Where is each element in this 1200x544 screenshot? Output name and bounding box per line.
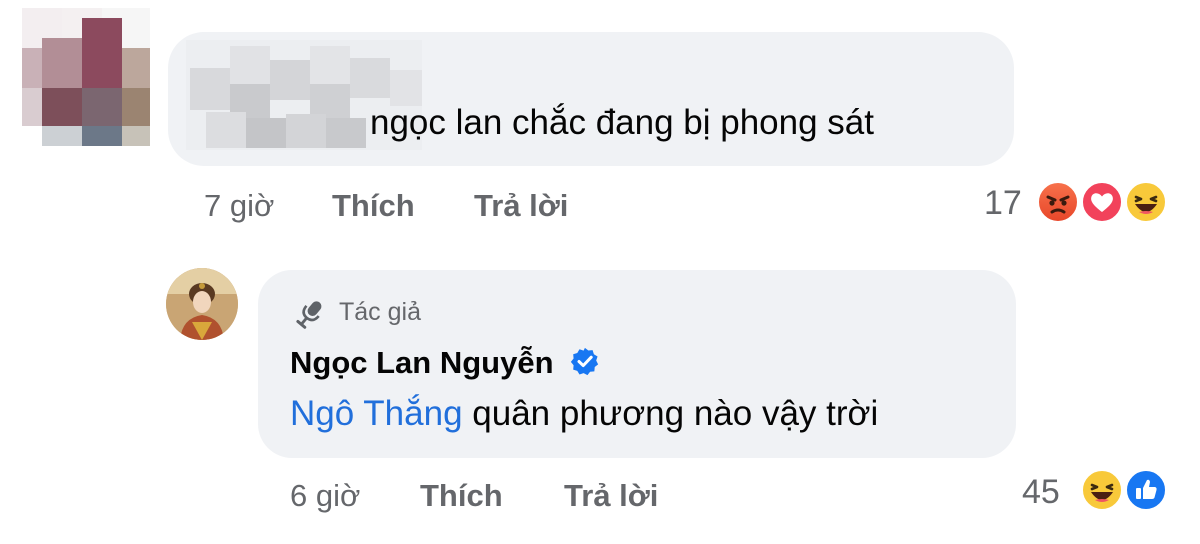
reply-reaction-count[interactable]: 45 <box>1022 473 1060 512</box>
reply-timestamp[interactable]: 6 giờ <box>290 478 360 514</box>
reply-reaction-icons[interactable] <box>1080 468 1180 516</box>
like-icon <box>1124 468 1168 512</box>
comment-text: ngọc lan chắc đang bị phong sát <box>370 103 874 142</box>
haha-icon <box>1080 468 1124 512</box>
haha-icon <box>1124 180 1168 224</box>
pixelated-avatar[interactable] <box>22 8 150 146</box>
reaction-count[interactable]: 17 <box>984 184 1022 223</box>
reply-like-button[interactable]: Thích <box>420 478 503 514</box>
verified-badge-icon <box>570 346 600 376</box>
reply-author-name[interactable]: Ngọc Lan Nguyễn <box>290 345 600 381</box>
microphone-icon <box>292 296 328 332</box>
reply-reply-button[interactable]: Trả lời <box>564 478 658 514</box>
mention-link[interactable]: Ngô Thắng <box>290 394 463 433</box>
angry-icon <box>1036 180 1080 224</box>
reply-button[interactable]: Trả lời <box>474 188 568 224</box>
reaction-icons[interactable] <box>1036 180 1184 228</box>
reply-text: Ngô Thắng quân phương nào vậy trời <box>290 394 879 433</box>
author-badge-label: Tác giả <box>339 298 421 326</box>
love-icon <box>1080 180 1124 224</box>
comment-timestamp[interactable]: 7 giờ <box>204 188 274 224</box>
author-avatar[interactable] <box>166 268 238 340</box>
like-button[interactable]: Thích <box>332 188 415 224</box>
